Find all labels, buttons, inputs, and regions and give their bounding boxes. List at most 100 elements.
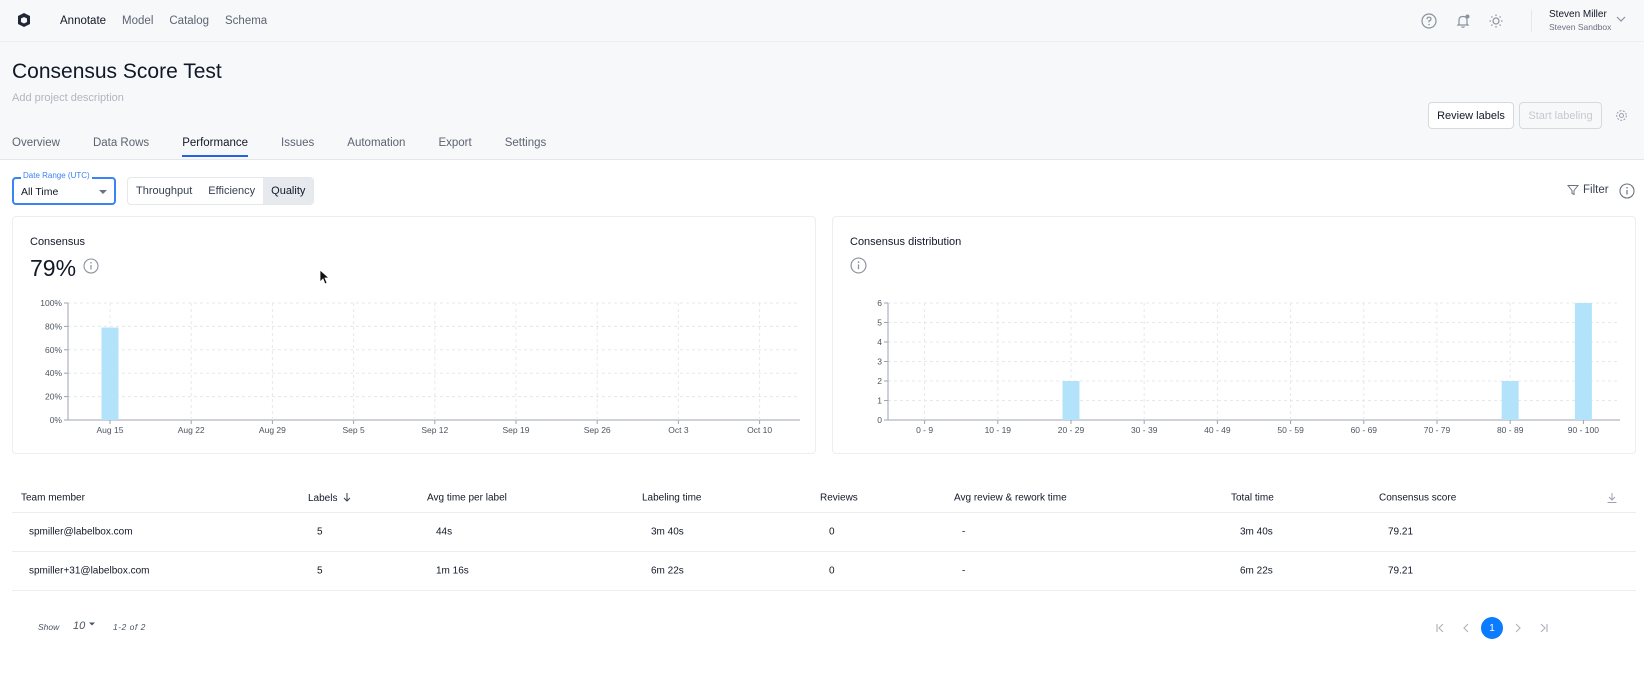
page-size-label: Show [38, 622, 60, 632]
col-labeling-time[interactable]: Labeling time [642, 492, 701, 503]
cell-consensus-score: 79.21 [1388, 526, 1414, 538]
date-range-select[interactable]: Date Range (UTC) All Time [12, 171, 116, 205]
x-tick-label: 20 - 29 [1058, 425, 1085, 435]
col-avg-time-per-label[interactable]: Avg time per label [427, 492, 507, 503]
x-tick-label: 80 - 89 [1497, 425, 1524, 435]
x-tick-label: 60 - 69 [1351, 425, 1378, 435]
last-page-button[interactable] [1533, 617, 1555, 639]
table-row[interactable]: spmiller+31@labelbox.com 5 1m 16s 6m 22s… [12, 552, 1636, 591]
y-tick-label: 3 [877, 357, 882, 367]
page-1-button[interactable]: 1 [1481, 617, 1503, 639]
caret-down-icon [89, 622, 96, 626]
x-tick-label: Aug 22 [178, 425, 205, 435]
download-icon[interactable] [1606, 492, 1618, 504]
user-org: Steven Sandbox [1549, 22, 1612, 32]
nav-model[interactable]: Model [122, 15, 153, 27]
cell-labeling-time: 6m 22s [651, 565, 684, 577]
review-labels-button[interactable]: Review labels [1428, 102, 1514, 129]
tab-automation[interactable]: Automation [347, 137, 405, 157]
user-divider [1531, 10, 1532, 32]
segment-efficiency[interactable]: Efficiency [200, 178, 263, 204]
info-icon[interactable] [1619, 183, 1635, 199]
project-description-field[interactable]: Add project description [12, 92, 124, 104]
segment-quality[interactable]: Quality [263, 178, 314, 204]
segment-throughput[interactable]: Throughput [128, 178, 200, 204]
cell-total-time: 6m 22s [1240, 565, 1273, 577]
chevron-left-icon [1463, 623, 1469, 633]
x-tick-label: Aug 29 [259, 425, 286, 435]
page-size-select[interactable]: 10 [73, 620, 96, 632]
x-tick-label: 0 - 9 [916, 425, 933, 435]
col-avg-review-rework-time[interactable]: Avg review & rework time [954, 492, 1067, 503]
prev-page-button[interactable] [1455, 617, 1477, 639]
tab-overview[interactable]: Overview [12, 137, 60, 157]
consensus-bar-chart: 0% 20% 40% 60% 80% 100% Aug 15 Aug 22 Aug 29 Sep … [40, 298, 800, 435]
y-tick-label: 40% [45, 368, 62, 378]
date-range-label: Date Range (UTC) [21, 171, 92, 180]
tab-data-rows[interactable]: Data Rows [93, 137, 149, 157]
x-tick-label: Sep 5 [342, 425, 364, 435]
col-consensus-score[interactable]: Consensus score [1379, 492, 1456, 503]
tab-settings[interactable]: Settings [505, 137, 547, 157]
first-page-icon [1436, 623, 1444, 633]
start-labeling-button[interactable]: Start labeling [1519, 102, 1602, 129]
labelbox-logo-icon[interactable] [16, 12, 32, 28]
distribution-bar-chart: 0 1 2 3 4 5 6 0 - 9 10 - 19 20 - 29 30 - 39 40 - 49… [877, 298, 1620, 435]
filter-label: Filter [1583, 184, 1609, 196]
user-name: Steven Miller [1549, 9, 1607, 20]
cell-labels: 5 [317, 565, 323, 577]
nav-annotate[interactable]: Annotate [60, 15, 106, 27]
cell-consensus-score: 79.21 [1388, 565, 1414, 577]
gear-icon[interactable] [1615, 109, 1628, 122]
nav-schema[interactable]: Schema [225, 15, 267, 27]
col-reviews[interactable]: Reviews [820, 492, 858, 503]
last-page-icon [1540, 623, 1548, 633]
x-tick-label: 40 - 49 [1204, 425, 1231, 435]
x-tick-label: 90 - 100 [1568, 425, 1599, 435]
x-tick-label: 70 - 79 [1424, 425, 1451, 435]
y-tick-label: 1 [877, 396, 882, 406]
x-tick-label: Oct 3 [668, 425, 689, 435]
project-tabs: Overview Data Rows Performance Issues Au… [12, 137, 579, 157]
y-tick-label: 60% [45, 345, 62, 355]
x-tick-label: 50 - 59 [1277, 425, 1304, 435]
bar [101, 327, 119, 420]
tab-performance[interactable]: Performance [182, 137, 248, 157]
page-range: 1-2 of 2 [113, 622, 146, 632]
chevron-right-icon [1515, 623, 1521, 633]
nav-catalog[interactable]: Catalog [169, 15, 209, 27]
cell-avg-review-rework-time: - [962, 565, 966, 577]
col-team-member[interactable]: Team member [21, 492, 85, 503]
x-tick-label: Aug 15 [97, 425, 124, 435]
first-page-button[interactable] [1429, 617, 1451, 639]
y-tick-label: 4 [877, 337, 882, 347]
bar [1062, 381, 1080, 420]
mouse-cursor-icon [319, 269, 330, 285]
chevron-down-icon[interactable] [1615, 13, 1627, 25]
x-tick-label: Oct 10 [747, 425, 772, 435]
metric-segmented-control: Throughput Efficiency Quality [127, 177, 315, 205]
help-icon[interactable] [1420, 12, 1438, 30]
main-nav: Annotate Model Catalog Schema [60, 0, 267, 42]
y-tick-label: 0% [50, 415, 63, 425]
cell-reviews: 0 [829, 526, 835, 538]
col-total-time[interactable]: Total time [1231, 492, 1274, 503]
filter-button[interactable]: Filter [1567, 184, 1609, 196]
col-labels[interactable]: Labels [308, 492, 352, 504]
y-tick-label: 0 [877, 415, 882, 425]
table-row[interactable]: spmiller@labelbox.com 5 44s 3m 40s 0 - 3… [12, 513, 1636, 552]
page-size-value: 10 [73, 620, 86, 632]
user-menu[interactable]: Steven Miller Steven Sandbox [1549, 9, 1611, 33]
notifications-bell-icon[interactable] [1454, 12, 1472, 30]
tab-export[interactable]: Export [438, 137, 471, 157]
cell-reviews: 0 [829, 565, 835, 577]
y-tick-label: 5 [877, 318, 882, 328]
cell-team-member: spmiller@labelbox.com [29, 526, 133, 538]
cell-team-member: spmiller+31@labelbox.com [29, 565, 150, 577]
sort-arrow-down-icon [343, 492, 351, 502]
x-tick-label: Sep 12 [421, 425, 448, 435]
next-page-button[interactable] [1507, 617, 1529, 639]
tab-issues[interactable]: Issues [281, 137, 314, 157]
col-labels-text: Labels [308, 492, 338, 504]
theme-sun-icon[interactable] [1487, 12, 1505, 30]
